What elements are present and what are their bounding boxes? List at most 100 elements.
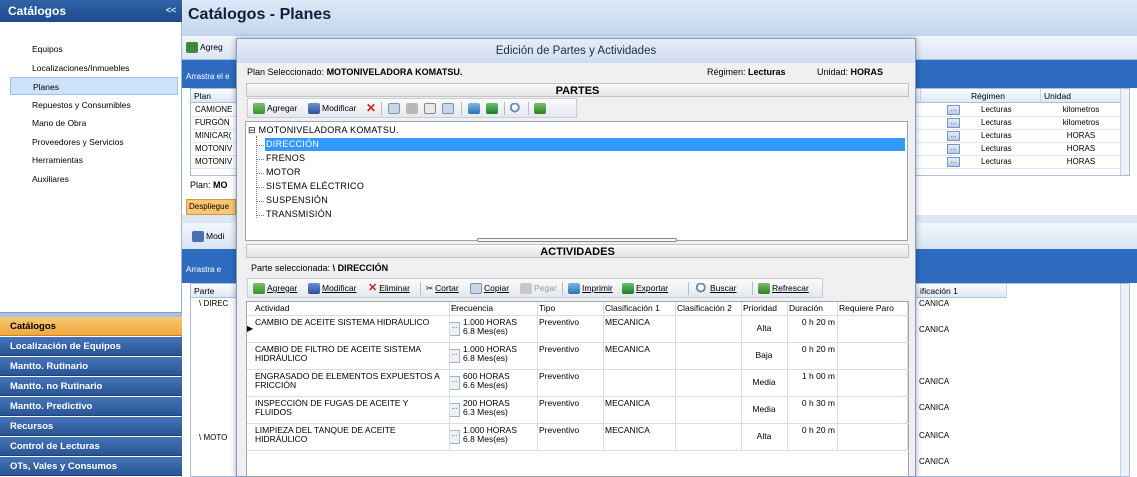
ellipsis-button[interactable]: ...	[449, 376, 460, 390]
splitter-handle[interactable]	[477, 238, 677, 242]
col-unidad[interactable]: Unidad	[1041, 89, 1121, 103]
search-icon[interactable]	[510, 102, 524, 115]
ellipsis-button[interactable]: ...	[947, 144, 960, 154]
act-col-0[interactable]: Actividad	[253, 302, 455, 315]
frecuencia-meses: 6.3 Mes(es)	[463, 408, 508, 417]
parte-row-1[interactable]: \ MOTO	[199, 432, 227, 444]
clas1-cell: MECANICA	[605, 426, 650, 435]
col-clasificacion[interactable]: ificación 1	[917, 284, 1007, 298]
tree-node-1[interactable]: FRENOS	[266, 152, 305, 165]
ellipsis-button[interactable]: ...	[449, 322, 460, 336]
sidebar-item-6[interactable]: Herramientas	[10, 151, 178, 169]
clasif-cell: CANICA	[919, 325, 950, 334]
sort-icon[interactable]	[442, 102, 456, 115]
actividad-cell[interactable]: INSPECCIÓN DE FUGAS DE ACEITE Y FLUIDOS	[255, 399, 445, 419]
sidebar-item-3[interactable]: Repuestos y Consumibles	[10, 96, 178, 114]
ellipsis-button[interactable]: ...	[449, 430, 460, 444]
add-plan-button[interactable]: Agreg	[186, 41, 223, 54]
col-divider	[741, 302, 742, 451]
clas1-cell: MECANICA	[605, 399, 650, 408]
sidebar-section-6[interactable]: Control de Lecturas	[0, 437, 182, 456]
sidebar-section-4[interactable]: Mantto. Predictivo	[0, 397, 182, 416]
row-divider	[247, 450, 909, 451]
collapse-button[interactable]: <<	[162, 3, 180, 18]
act-export-button[interactable]: Exportar	[622, 282, 668, 295]
regimen-cell: Lecturas	[981, 144, 1012, 153]
act-modify-button[interactable]: Modificar	[308, 282, 356, 295]
act-search-button[interactable]: Buscar	[696, 282, 736, 295]
scrollbar[interactable]	[1120, 284, 1129, 476]
excel-icon[interactable]	[486, 102, 500, 115]
modify-button[interactable]: Modi	[192, 230, 224, 243]
sidebar-item-5[interactable]: Proveedores y Servicios	[10, 133, 178, 151]
ellipsis-button[interactable]: ...	[449, 349, 460, 363]
partes-modify-button[interactable]: Modificar	[308, 102, 356, 115]
tree-node-0[interactable]: DIRECCIÓN	[265, 138, 905, 151]
sidebar-section-5[interactable]: Recursos	[0, 417, 182, 436]
sidebar-section-7[interactable]: OTs, Vales y Consumos	[0, 457, 182, 476]
partes-add-button[interactable]: Agregar	[253, 102, 297, 115]
rename-icon[interactable]	[424, 102, 438, 115]
act-paste-button[interactable]: Pegar	[520, 282, 557, 295]
tab-despliegue[interactable]: Despliegue	[186, 199, 236, 215]
delete-icon[interactable]: ✕	[366, 102, 376, 115]
parte-row-0[interactable]: \ DIREC	[199, 298, 228, 310]
act-col-7[interactable]: Requiere Paro	[837, 302, 907, 315]
sidebar-item-0[interactable]: Equipos	[10, 40, 178, 58]
act-col-2[interactable]: Tipo	[537, 302, 603, 315]
actividad-cell[interactable]: CAMBIO DE ACEITE SISTEMA HIDRÁULICO	[255, 318, 445, 338]
act-print-button[interactable]: Imprimir	[568, 282, 613, 295]
actividad-cell[interactable]: ENGRASADO DE ELEMENTOS EXPUESTOS A FRICC…	[255, 372, 445, 392]
act-col-6[interactable]: Duración	[787, 302, 837, 315]
sidebar-item-7[interactable]: Auxiliares	[10, 170, 178, 188]
sidebar-item-2[interactable]: Planes	[10, 77, 178, 95]
sidebar-section-2[interactable]: Mantto. Rutinario	[0, 357, 182, 376]
act-refresh-button[interactable]: Refrescar	[758, 282, 809, 295]
sidebar-section-1[interactable]: Localización de Equipos	[0, 337, 182, 356]
act-col-4[interactable]: Clasificación 2	[675, 302, 741, 315]
actividad-cell[interactable]: LIMPIEZA DEL TANQUE DE ACEITE HIDRÁULICO	[255, 426, 445, 446]
paste-icon[interactable]	[406, 102, 420, 115]
ellipsis-button[interactable]: ...	[947, 118, 960, 128]
ellipsis-button[interactable]: ...	[947, 105, 960, 115]
frecuencia-cell: 1.000 HORAS	[463, 318, 517, 327]
actividad-cell[interactable]: CAMBIO DE FILTRO DE ACEITE SISTEMA HIDRÁ…	[255, 345, 445, 365]
sidebar-item-1[interactable]: Localizaciones/Inmuebles	[10, 59, 178, 77]
prioridad-cell: Baja	[755, 351, 773, 360]
act-add-button[interactable]: Agregar	[253, 282, 297, 295]
row-divider	[247, 396, 909, 397]
tree-node-4[interactable]: SUSPENSIÓN	[266, 194, 328, 207]
copy-icon[interactable]	[388, 102, 402, 115]
scrollbar[interactable]	[1120, 89, 1129, 175]
col-parte[interactable]: Parte	[191, 284, 239, 298]
col-regimen[interactable]: Régimen	[921, 89, 1041, 103]
sidebar-section-0[interactable]: Catálogos	[0, 317, 182, 336]
act-col-3[interactable]: Clasificación 1	[603, 302, 675, 315]
act-delete-button[interactable]: ✕ Eliminar	[368, 282, 410, 295]
act-cut-button[interactable]: ✂ Cortar	[426, 282, 459, 295]
ellipsis-button[interactable]: ...	[947, 131, 960, 141]
tree-connector	[256, 187, 264, 188]
act-copy-button[interactable]: Copiar	[470, 282, 509, 295]
ellipsis-button[interactable]: ...	[947, 157, 960, 167]
refresh-icon[interactable]	[534, 102, 548, 115]
unidad-cell: kilometros	[1062, 105, 1100, 114]
print-icon[interactable]	[468, 102, 482, 115]
duracion-cell: 0 h 20 m	[801, 318, 835, 327]
partes-toolbar: Agregar Modificar ✕	[247, 98, 577, 118]
clasif-cell: CANICA	[919, 431, 950, 440]
delete-icon: ✕	[368, 282, 378, 294]
sidebar-section-3[interactable]: Mantto. no Rutinario	[0, 377, 182, 396]
sidebar-item-4[interactable]: Mano de Obra	[10, 114, 178, 132]
tree-root[interactable]: ⊟ MOTONIVELADORA KOMATSU.	[248, 124, 399, 137]
act-col-1[interactable]: Frecuencia	[449, 302, 537, 315]
partes-tree: ⊟ MOTONIVELADORA KOMATSU. DIRECCIÓN FRENO…	[245, 121, 908, 241]
edit-dialog: Edición de Partes y Actividades Plan Sel…	[236, 38, 916, 477]
act-col-5[interactable]: Prioridad	[741, 302, 787, 315]
dialog-title: Edición de Partes y Actividades	[237, 39, 915, 63]
tree-node-2[interactable]: MOTOR	[266, 166, 301, 179]
ellipsis-button[interactable]: ...	[449, 403, 460, 417]
tree-node-3[interactable]: SISTEMA ELÉCTRICO	[266, 180, 364, 193]
tree-node-5[interactable]: TRANSMISIÓN	[266, 208, 332, 221]
page-title: Catálogos - Planes	[182, 0, 1137, 36]
